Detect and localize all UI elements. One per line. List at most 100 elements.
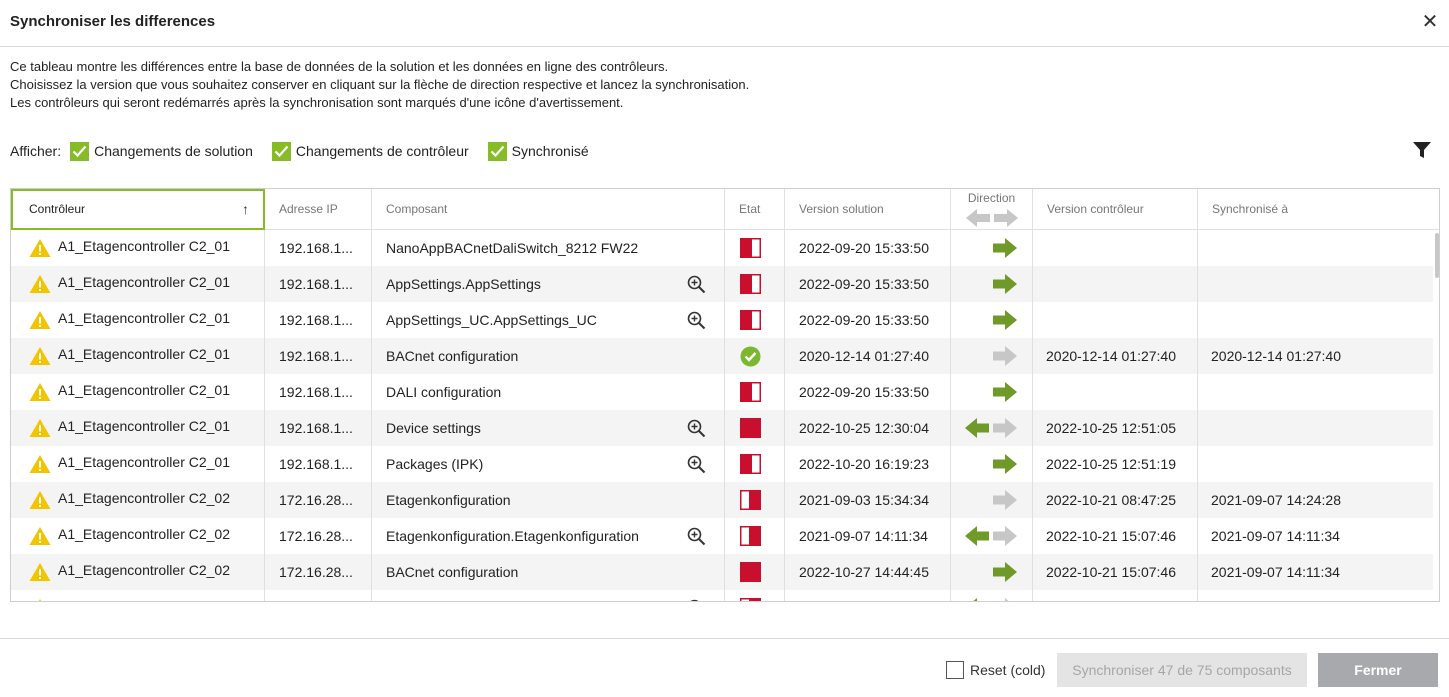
cell-controller: A1_Etagencontroller C2_02 (11, 518, 265, 554)
checkbox-checked[interactable] (70, 141, 90, 161)
controller-name: A1_Etagencontroller C2_01 (58, 418, 231, 434)
cell-component: NanoAppBACnetDaliSwitch_8212 FW22 (372, 230, 725, 266)
scrollbar-thumb[interactable] (1435, 233, 1439, 278)
cell-direction[interactable] (951, 266, 1033, 302)
zoom-in-icon[interactable] (687, 599, 706, 602)
table-row[interactable]: A1_Etagencontroller C2_02 172.16.28... BAC… (11, 554, 1433, 590)
table-header: Contrôleur ↑ Adresse IP Composant Etat V… (11, 189, 1439, 230)
solution-changed-icon (740, 454, 761, 474)
filter-synchronized[interactable]: Synchronisé (487, 141, 589, 161)
cell-component: BACnet configuration (372, 338, 725, 374)
arrow-right-icon[interactable] (965, 274, 1017, 294)
cell-ip: 172.16.28... (265, 554, 372, 590)
filter-solution-changes[interactable]: Changements de solution (70, 141, 253, 161)
cell-version-solution: 2022-09-20 15:33:50 (785, 302, 951, 338)
close-button[interactable]: Fermer (1318, 653, 1438, 687)
cell-synced-at (1198, 446, 1433, 482)
table-row[interactable]: A1_Etagencontroller C2_01 192.168.1... Dev… (11, 410, 1433, 446)
filter-controller-changes[interactable]: Changements de contrôleur (271, 141, 469, 161)
arrow-right-icon[interactable] (965, 562, 1017, 582)
controller-name: A1_Etagencontroller C2_01 (58, 238, 231, 254)
controller-name: A1_Etagencontroller C2_01 (58, 454, 231, 470)
arrow-right-icon[interactable] (965, 310, 1017, 330)
filter-option-label: Synchronisé (511, 143, 589, 159)
cell-component (372, 590, 725, 602)
arrow-right-icon[interactable] (965, 238, 1017, 258)
arrow-right-icon[interactable] (965, 454, 1017, 474)
column-header-version-solution[interactable]: Version solution (785, 189, 951, 229)
filter-option-label: Changements de solution (94, 143, 253, 159)
arrow-left-icon[interactable] (965, 598, 1017, 602)
both-changed-icon (740, 418, 761, 438)
table-row[interactable] (11, 590, 1433, 602)
cell-synced-at (1198, 230, 1433, 266)
cell-synced-at: 2021-09-07 14:11:34 (1211, 528, 1340, 544)
warning-icon (29, 563, 51, 581)
zoom-in-icon[interactable] (687, 527, 706, 546)
controller-changed-icon (740, 526, 761, 546)
cell-direction[interactable] (951, 410, 1033, 446)
reset-cold-checkbox[interactable]: Reset (cold) (946, 661, 1045, 679)
cell-ip: 172.16.28... (265, 482, 372, 518)
cell-state (725, 374, 785, 410)
column-header-version-controller[interactable]: Version contrôleur (1033, 189, 1198, 229)
cell-controller: A1_Etagencontroller C2_01 (11, 266, 265, 302)
description: Ce tableau montre les différences entre … (10, 58, 749, 112)
column-header-synced-at[interactable]: Synchronisé à (1198, 189, 1439, 229)
arrow-right-icon[interactable] (965, 346, 1017, 366)
table-row[interactable]: A1_Etagencontroller C2_01 192.168.1... App… (11, 266, 1433, 302)
checkbox-unchecked[interactable] (946, 661, 964, 679)
cell-synced-at (1198, 266, 1433, 302)
column-header-label: Contrôleur (29, 202, 86, 216)
cell-state (725, 482, 785, 518)
zoom-in-icon[interactable] (687, 311, 706, 330)
cell-component: AppSettings.AppSettings (372, 266, 725, 302)
cell-direction[interactable] (951, 230, 1033, 266)
cell-direction[interactable] (951, 482, 1033, 518)
zoom-in-icon[interactable] (687, 419, 706, 438)
column-header-direction[interactable]: Direction (951, 189, 1033, 229)
warning-icon (29, 383, 51, 401)
cell-version-solution: 2022-10-27 14:44:45 (785, 554, 951, 590)
cell-component: AppSettings_UC.AppSettings_UC (372, 302, 725, 338)
cell-direction[interactable] (951, 446, 1033, 482)
arrow-right-icon[interactable] (965, 490, 1017, 510)
synchronize-button[interactable]: Synchroniser 47 de 75 composants (1057, 653, 1307, 687)
cell-direction[interactable] (951, 302, 1033, 338)
zoom-in-icon[interactable] (687, 275, 706, 294)
vertical-scrollbar[interactable] (1434, 230, 1439, 601)
checkbox-checked[interactable] (487, 141, 507, 161)
column-header-controller[interactable]: Contrôleur ↑ (11, 189, 265, 230)
controller-name: A1_Etagencontroller C2_02 (58, 490, 231, 506)
zoom-in-icon[interactable] (687, 455, 706, 474)
cell-direction[interactable] (951, 374, 1033, 410)
cell-synced-at (1198, 410, 1433, 446)
component-name: AppSettings.AppSettings (386, 276, 541, 292)
cell-direction[interactable] (951, 518, 1033, 554)
table-row[interactable]: A1_Etagencontroller C2_02 172.16.28... Eta… (11, 482, 1433, 518)
table-row[interactable]: A1_Etagencontroller C2_01 192.168.1... BAC… (11, 338, 1433, 374)
column-header-component[interactable]: Composant (372, 189, 725, 229)
arrow-right-icon[interactable] (965, 382, 1017, 402)
funnel-icon[interactable] (1412, 140, 1432, 160)
cell-direction[interactable] (951, 590, 1033, 602)
dialog-title: Synchroniser les differences (10, 13, 216, 30)
close-icon[interactable]: ✕ (1420, 11, 1440, 33)
arrow-left-icon[interactable] (965, 526, 1017, 546)
table-row[interactable]: A1_Etagencontroller C2_01 192.168.1... Nan… (11, 230, 1433, 266)
component-name: Etagenkonfiguration.Etagenkonfiguration (386, 528, 639, 544)
cell-controller: A1_Etagencontroller C2_01 (11, 338, 265, 374)
table-row[interactable]: A1_Etagencontroller C2_02 172.16.28... Eta… (11, 518, 1433, 554)
warning-icon (29, 419, 51, 437)
table-row[interactable]: A1_Etagencontroller C2_01 192.168.1... DAL… (11, 374, 1433, 410)
cell-direction[interactable] (951, 338, 1033, 374)
table-row[interactable]: A1_Etagencontroller C2_01 192.168.1... App… (11, 302, 1433, 338)
arrow-left-icon[interactable] (965, 418, 1017, 438)
column-header-ip[interactable]: Adresse IP (265, 189, 372, 229)
component-name: AppSettings_UC.AppSettings_UC (386, 312, 597, 328)
cell-direction[interactable] (951, 554, 1033, 590)
column-header-state[interactable]: Etat (725, 189, 785, 229)
cell-synced-at (1198, 590, 1433, 601)
table-row[interactable]: A1_Etagencontroller C2_01 192.168.1... Pac… (11, 446, 1433, 482)
checkbox-checked[interactable] (271, 141, 291, 161)
